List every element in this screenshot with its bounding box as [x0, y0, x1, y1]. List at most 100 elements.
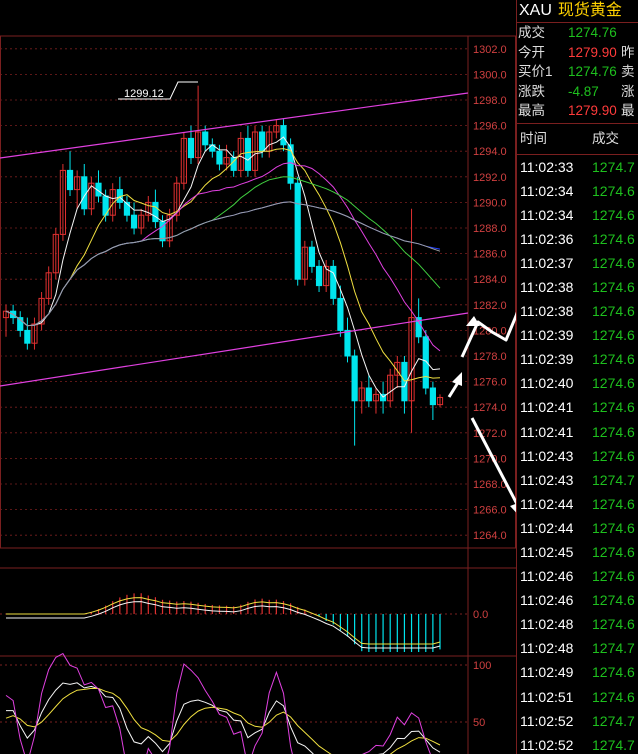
tick-time: 11:02:38: [520, 303, 574, 320]
tick-price: 1274.6: [592, 519, 635, 536]
quote-panel: XAU 现货黄金 成交 1274.76 今开 1279.90 昨买价1 1274.76 卖涨跌…: [516, 0, 638, 754]
quote-header: XAU 现货黄金: [517, 0, 638, 23]
kline-chart[interactable]: 1302.0 1300.0 1298.0 1296.0 1294.0 1292.0 1290…: [0, 0, 516, 754]
tick-row: 11:02:40 1274.6: [517, 371, 638, 395]
tick-row: 11:02:33 1274.7: [517, 155, 638, 179]
tick-price: 1274.6: [592, 351, 635, 368]
quote-label-2: 昨: [621, 44, 635, 60]
tick-price: 1274.6: [592, 544, 635, 560]
tick-price: 1274.6: [592, 327, 635, 344]
quote-label-2: 涨: [621, 83, 635, 99]
tick-time: 11:02:34: [520, 182, 574, 199]
symbol-code[interactable]: XAU: [519, 2, 552, 19]
tick-time: 11:02:48: [520, 616, 574, 633]
kdj-d-line: [5, 687, 441, 754]
tick-row: 11:02:45 1274.6: [517, 540, 638, 564]
tick-row: 11:02:48 1274.6: [517, 612, 638, 636]
quote-table: 成交 1274.76 今开 1279.90 昨买价1 1274.76 卖涨跌 -4.87 涨最高…: [517, 23, 638, 121]
symbol-name: 现货黄金: [557, 2, 622, 19]
tick-row: 11:02:46 1274.6: [517, 588, 638, 612]
tick-price: 1274.6: [592, 278, 635, 295]
arrowhead-short: [452, 372, 462, 386]
tick-row: 11:02:36 1274.6: [517, 227, 638, 251]
candle-body: [259, 131, 266, 152]
quote-label: 涨跌: [518, 83, 545, 99]
y-tick-label: 1284.0: [473, 274, 507, 286]
tick-price: 1274.6: [592, 254, 635, 271]
y-tick-label: 1276.0: [473, 377, 507, 389]
candle-body: [244, 137, 252, 171]
quote-row: 今开 1279.90 昨: [517, 43, 638, 63]
tick-time: 11:02:43: [520, 471, 574, 488]
y-tick-label: 1298.0: [473, 95, 507, 107]
quote-value: 1274.76: [568, 64, 617, 79]
quote-value: -4.87: [568, 83, 599, 99]
tick-time: 11:02:49: [520, 664, 574, 681]
tick-row: 11:02:41 1274.6: [517, 395, 638, 419]
y-tick-label: 1300.0: [473, 69, 507, 81]
tick-price: 1274.7: [592, 736, 635, 753]
main-panel-frame: [0, 35, 516, 549]
y-tick-label: 1268.0: [473, 479, 507, 491]
y-tick-label: 1264.0: [473, 530, 507, 542]
tick-row: 11:02:34 1274.6: [517, 203, 638, 227]
tick-row: 11:02:44 1274.6: [517, 492, 638, 516]
quote-label: 今开: [518, 44, 545, 60]
candle-body: [66, 169, 74, 191]
tick-price: 1274.6: [592, 568, 635, 585]
candle-body: [216, 150, 223, 165]
drawn-arrow-up: [460, 311, 516, 358]
candle-body: [330, 265, 337, 299]
candle-body: [294, 182, 301, 280]
macd-zero-label: 0.0: [473, 609, 488, 621]
candle-body: [202, 131, 209, 146]
quote-row: 最高 1279.90 最: [517, 101, 638, 121]
candle-body: [280, 125, 287, 146]
candle-body: [315, 265, 323, 287]
tick-price: 1274.6: [592, 495, 635, 512]
y-tick-label: 1292.0: [473, 172, 507, 184]
tick-time: 11:02:33: [520, 158, 574, 175]
tick-row: 11:02:43 1274.6: [517, 444, 638, 468]
candle-body: [187, 137, 195, 159]
y-tick-label: 1302.0: [473, 44, 507, 56]
macd-dea-line: [6, 601, 441, 649]
tick-time: 11:02:39: [520, 351, 574, 368]
candle-body: [351, 355, 358, 402]
y-tick-label: 1290.0: [473, 197, 507, 209]
candle-body: [429, 387, 436, 406]
tick-price: 1274.6: [592, 423, 635, 440]
ma-line: [5, 201, 441, 327]
quote-label: 成交: [518, 25, 545, 40]
tick-time: 11:02:45: [520, 544, 574, 560]
kdj-tick-label: 100: [473, 660, 491, 672]
tick-row: 11:02:46 1274.6: [517, 564, 638, 588]
tick-price: 1274.6: [592, 399, 635, 416]
quote-label-2: 卖: [621, 64, 635, 79]
tick-time: 11:02:51: [520, 688, 574, 705]
quote-row: 成交 1274.76: [517, 23, 638, 43]
quote-label: 最高: [518, 103, 545, 118]
tick-price: 1274.6: [592, 182, 635, 199]
tick-time: 11:02:39: [520, 327, 574, 344]
quote-row: 涨跌 -4.87 涨: [517, 82, 638, 102]
tick-time: 11:02:52: [520, 736, 574, 753]
tick-time: 11:02:37: [520, 254, 574, 271]
tick-price: 1274.6: [592, 303, 635, 320]
ticks-list[interactable]: 11:02:33 1274.7 11:02:34 1274.6 11:02:34 1274…: [517, 155, 638, 754]
tick-row: 11:02:52 1274.7: [517, 733, 638, 754]
tick-price: 1274.7: [592, 712, 635, 729]
macd-dif-line: [6, 597, 441, 645]
tick-time: 11:02:36: [520, 230, 574, 247]
tick-row: 11:02:37 1274.6: [517, 251, 638, 275]
ticks-header-price: 成交: [592, 130, 619, 146]
tick-time: 11:02:46: [520, 568, 574, 585]
tick-price: 1274.6: [592, 230, 635, 247]
tick-price: 1274.6: [592, 616, 635, 633]
tick-time: 11:02:43: [520, 447, 574, 464]
y-tick-label: 1294.0: [473, 146, 507, 158]
candle-body: [130, 214, 138, 229]
tick-row: 11:02:38 1274.6: [517, 275, 638, 299]
quote-label: 买价1: [518, 64, 553, 79]
y-tick-label: 1278.0: [473, 351, 507, 363]
